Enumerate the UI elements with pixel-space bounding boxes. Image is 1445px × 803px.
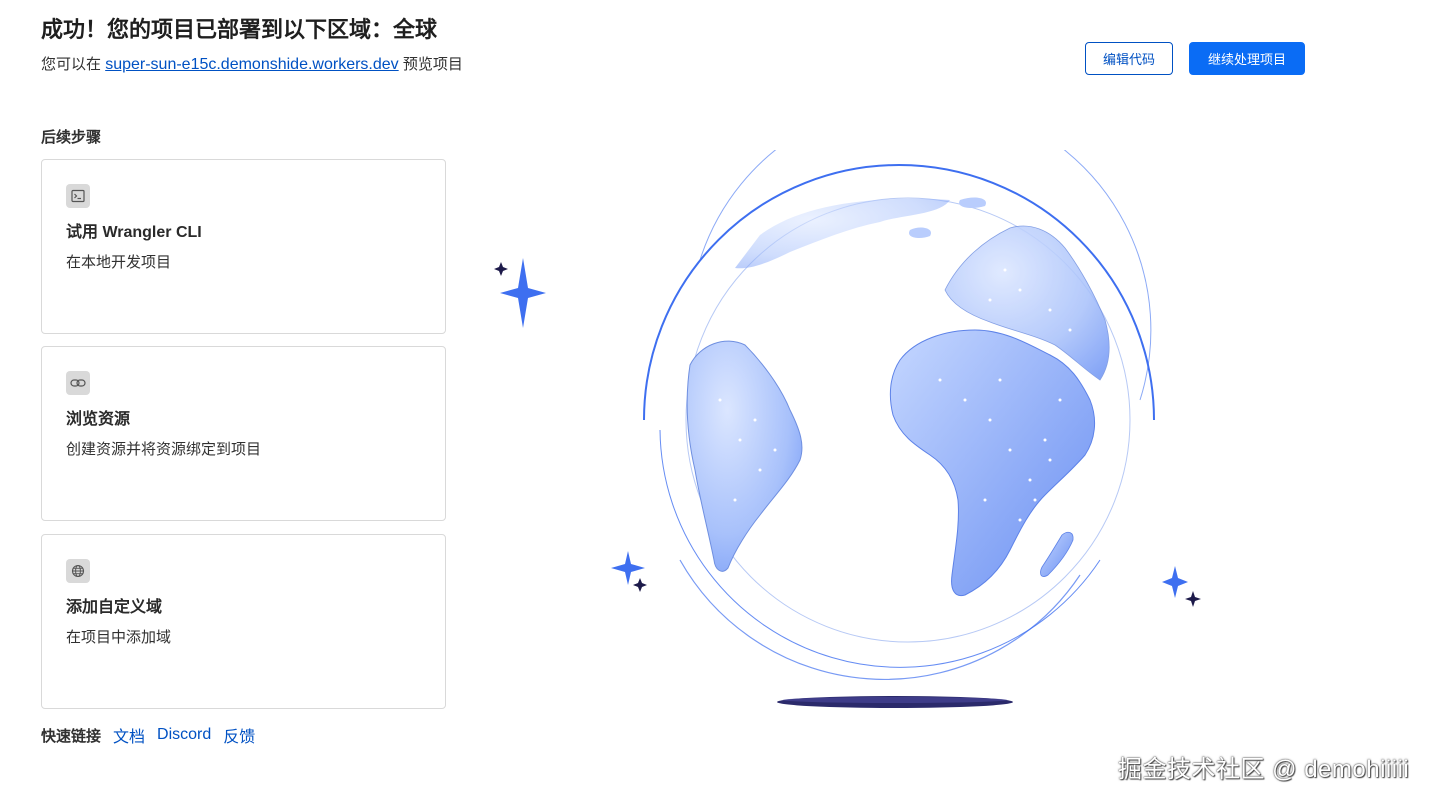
sparkle-icon (500, 258, 546, 328)
next-steps-heading: 后续步骤 (41, 129, 102, 146)
preview-suffix: 预览项目 (402, 56, 463, 73)
sparkle-icon (1162, 566, 1188, 598)
page-title: 成功！您的项目已部署到以下区域：全球 (41, 17, 438, 42)
card-add-custom-domain[interactable]: 添加自定义域 在项目中添加域 (41, 534, 446, 709)
watermark: 掘金技术社区 @ demohiiiii (1118, 756, 1410, 783)
edit-code-button[interactable]: 编辑代码 (1085, 42, 1173, 75)
continue-project-button[interactable]: 继续处理项目 (1189, 42, 1305, 75)
terminal-icon (66, 184, 90, 208)
landmass-island (909, 227, 931, 238)
card-title: 浏览资源 (66, 411, 131, 428)
preview-prefix: 您可以在 (41, 56, 102, 73)
card-try-wrangler-cli[interactable]: 试用 Wrangler CLI 在本地开发项目 (41, 159, 446, 334)
card-title: 添加自定义域 (66, 599, 163, 616)
globe-illustration (494, 150, 1201, 708)
card-browse-resources[interactable]: 浏览资源 创建资源并将资源绑定到项目 (41, 346, 446, 521)
deployment-success-page: 成功！您的项目已部署到以下区域：全球 您可以在 super-sun-e15c.d… (0, 0, 1445, 803)
globe-shadow-highlight (783, 697, 1007, 703)
preview-url-link[interactable]: super-sun-e15c.demonshide.workers.dev (105, 56, 398, 73)
sparkle-icon (494, 262, 508, 276)
card-description: 在项目中添加域 (66, 629, 172, 646)
sparkle-icon (633, 578, 647, 592)
card-description: 创建资源并将资源绑定到项目 (66, 441, 262, 458)
sparkle-icon (1185, 591, 1201, 607)
globe-icon (66, 559, 90, 583)
card-description: 在本地开发项目 (66, 254, 172, 271)
discord-link[interactable]: Discord (157, 726, 211, 744)
landmass-island (959, 197, 986, 208)
quick-links-label: 快速链接 (41, 727, 102, 745)
quick-links: 快速链接 文档 Discord 反馈 (41, 723, 267, 747)
link-icon (66, 371, 90, 395)
preview-line: 您可以在 super-sun-e15c.demonshide.workers.d… (41, 53, 463, 74)
card-title: 试用 Wrangler CLI (66, 224, 202, 241)
docs-link[interactable]: 文档 (113, 723, 145, 747)
feedback-link[interactable]: 反馈 (223, 723, 255, 747)
